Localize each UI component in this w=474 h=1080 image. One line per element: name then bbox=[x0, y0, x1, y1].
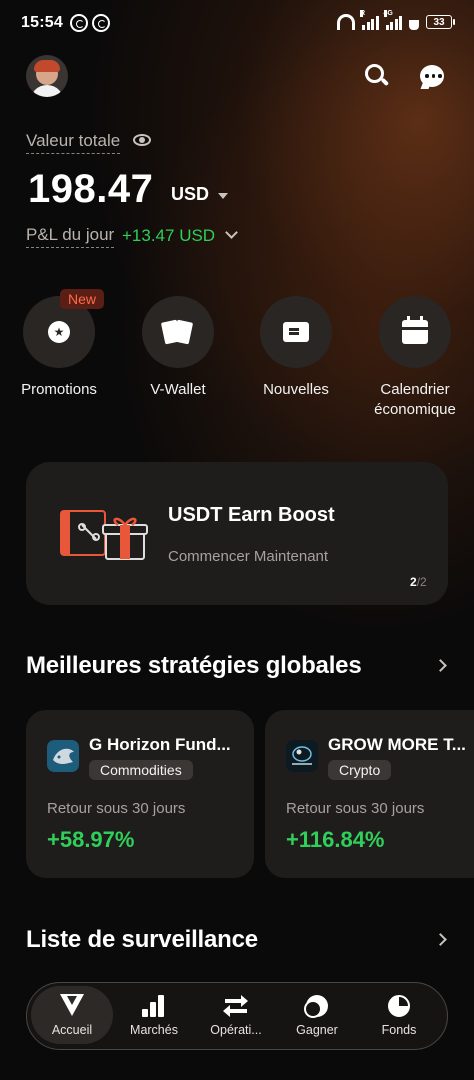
strategy-tag: Crypto bbox=[328, 760, 392, 780]
caret-down-icon[interactable] bbox=[218, 193, 228, 199]
signal-icon: 4G bbox=[383, 10, 402, 30]
coins-icon bbox=[304, 994, 330, 1018]
nav-funds[interactable]: Fonds bbox=[358, 986, 440, 1044]
strategy-name: G Horizon Fund... bbox=[89, 735, 231, 754]
network-tag: 4G bbox=[383, 10, 393, 17]
calendar-button[interactable] bbox=[379, 296, 451, 368]
headphones-icon bbox=[337, 14, 355, 30]
chevron-right-icon[interactable] bbox=[434, 933, 447, 946]
nav-operations[interactable]: Opérati... bbox=[195, 986, 277, 1044]
grow-more-logo bbox=[286, 740, 318, 772]
promo-title: USDT Earn Boost bbox=[168, 504, 335, 526]
nav-label: Fonds bbox=[381, 1022, 417, 1037]
promotions-label[interactable]: Promotions bbox=[0, 380, 119, 400]
nav-label: Opérati... bbox=[210, 1022, 262, 1037]
nav-home[interactable]: Accueil bbox=[31, 986, 113, 1044]
strategy-tag: Commodities bbox=[89, 760, 193, 780]
coupon-gift-icon bbox=[60, 510, 148, 560]
nav-label: Accueil bbox=[51, 1022, 93, 1037]
daily-pl-value: +13.47 USD bbox=[122, 226, 216, 245]
nav-markets[interactable]: Marchés bbox=[113, 986, 195, 1044]
pager-total: /2 bbox=[416, 575, 427, 589]
chevron-down-icon[interactable] bbox=[225, 226, 238, 239]
star-icon: ★ bbox=[48, 321, 70, 343]
avatar[interactable] bbox=[26, 55, 68, 97]
daily-pl-label[interactable]: P&L du jour bbox=[26, 225, 115, 248]
swap-icon bbox=[223, 994, 249, 1018]
pager-current: 2 bbox=[410, 575, 417, 589]
v-wallet-label[interactable]: V-Wallet bbox=[118, 380, 238, 400]
chevron-right-icon[interactable] bbox=[434, 659, 447, 672]
status-indicators: R 4G 33 bbox=[337, 10, 455, 30]
news-label[interactable]: Nouvelles bbox=[236, 380, 356, 400]
news-icon bbox=[283, 322, 309, 342]
pie-chart-icon bbox=[386, 994, 412, 1018]
search-icon[interactable] bbox=[365, 64, 390, 88]
v-wallet-button[interactable] bbox=[142, 296, 214, 368]
network-tag: R bbox=[360, 10, 366, 17]
chat-icon[interactable] bbox=[420, 65, 444, 87]
signal-icon: R bbox=[360, 10, 379, 30]
strategy-name: GROW MORE T... bbox=[328, 735, 466, 754]
return-value: +58.97% bbox=[47, 827, 135, 852]
calendar-label[interactable]: Calendrier économique bbox=[355, 380, 474, 420]
g-horizon-logo bbox=[47, 740, 79, 772]
news-button[interactable] bbox=[260, 296, 332, 368]
promo-cta[interactable]: Commencer Maintenant bbox=[168, 548, 328, 565]
bar-chart-icon bbox=[141, 994, 167, 1018]
wallet-icon bbox=[160, 319, 194, 345]
watchlist-title[interactable]: Liste de surveillance bbox=[26, 926, 258, 954]
status-time: 15:54 bbox=[21, 14, 63, 31]
battery-level: 33 bbox=[433, 16, 445, 28]
total-value-label[interactable]: Valeur totale bbox=[26, 131, 121, 154]
strategies-title[interactable]: Meilleures stratégies globales bbox=[26, 652, 362, 680]
nav-earn[interactable]: Gagner bbox=[276, 986, 358, 1044]
whatsapp-icon bbox=[92, 14, 110, 32]
logo-icon bbox=[59, 993, 85, 1018]
return-value: +116.84% bbox=[286, 827, 385, 852]
promo-pager: 2/2 bbox=[410, 575, 427, 589]
total-value-amount: 198.47 bbox=[28, 167, 154, 211]
return-label: Retour sous 30 jours bbox=[47, 800, 186, 817]
battery-icon: 33 bbox=[426, 15, 455, 29]
eye-icon[interactable] bbox=[133, 134, 151, 146]
return-label: Retour sous 30 jours bbox=[286, 800, 425, 817]
lab-icon bbox=[409, 14, 419, 30]
currency-selector[interactable]: USD bbox=[171, 184, 209, 205]
nav-label: Gagner bbox=[296, 1022, 338, 1037]
calendar-icon bbox=[402, 316, 428, 344]
new-badge: New bbox=[60, 289, 105, 309]
whatsapp-icon bbox=[70, 14, 88, 32]
nav-label: Marchés bbox=[130, 1022, 178, 1037]
